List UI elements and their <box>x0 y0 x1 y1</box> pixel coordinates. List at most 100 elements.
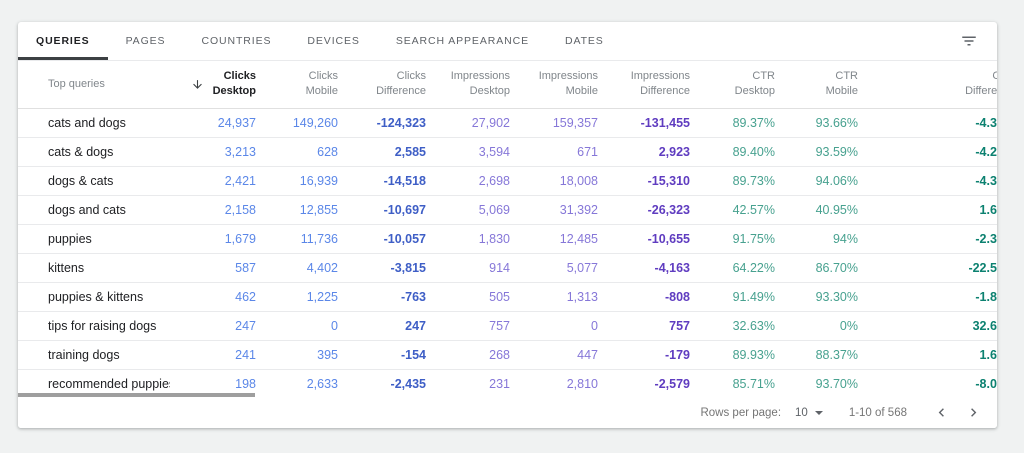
cell-ctr-desktop: 64.22% <box>690 253 775 283</box>
cell-clicks-mobile: 1,225 <box>256 282 338 312</box>
cell-ctr-desktop: 89.37% <box>690 108 775 138</box>
column-header-ctr-diff[interactable]: CTRDifference <box>858 61 997 109</box>
cell-impressions-mobile: 0 <box>510 311 598 341</box>
table-row[interactable]: tips for raising dogs 247 0 247 757 0 757 32.63… <box>18 311 997 341</box>
chevron-right-icon <box>965 404 982 421</box>
table-row[interactable]: puppies & kittens 462 1,225 -763 505 1,313 -80… <box>18 282 997 312</box>
cell-impressions-diff: -10,655 <box>598 224 690 254</box>
filter-list-icon <box>960 32 978 50</box>
cell-clicks-diff: -2,435 <box>338 369 426 397</box>
cell-impressions-diff: 2,923 <box>598 137 690 167</box>
tab-label: COUNTRIES <box>201 35 272 47</box>
cell-impressions-diff: -26,323 <box>598 195 690 225</box>
table-row[interactable]: cats and dogs 24,937 149,260 -124,323 27,902… <box>18 108 997 138</box>
table-row[interactable]: cats & dogs 3,213 628 2,585 3,594 671 2,923 89.… <box>18 137 997 167</box>
cell-ctr-diff: 1.60% <box>858 340 997 370</box>
cell-clicks-diff: -763 <box>338 282 426 312</box>
cell-clicks-mobile: 0 <box>256 311 338 341</box>
tab-label: DATES <box>564 35 604 47</box>
arrow-downward-icon <box>191 78 204 91</box>
tab-label: PAGES <box>125 35 166 47</box>
next-page-button[interactable] <box>961 401 985 425</box>
tab-pages[interactable]: PAGES <box>108 22 184 60</box>
cell-query: kittens <box>18 253 170 283</box>
cell-ctr-desktop: 89.93% <box>690 340 775 370</box>
cell-clicks-desktop: 241 <box>170 340 256 370</box>
column-header-query[interactable]: Top queries <box>18 61 170 109</box>
cell-ctr-mobile: 93.30% <box>775 282 858 312</box>
cell-impressions-diff: -4,163 <box>598 253 690 283</box>
column-header-label: CTRDifference <box>965 70 997 98</box>
column-header-label: Impressions Difference <box>630 70 690 98</box>
cell-impressions-desktop: 3,594 <box>426 137 510 167</box>
cell-ctr-mobile: 93.66% <box>775 108 858 138</box>
cell-impressions-diff: 757 <box>598 311 690 341</box>
cell-impressions-desktop: 27,902 <box>426 108 510 138</box>
cell-clicks-diff: -14,518 <box>338 166 426 196</box>
tab-dates[interactable]: DATES <box>547 22 622 60</box>
column-header-clicks-diff[interactable]: Clicks Difference <box>338 61 426 109</box>
cell-impressions-diff: -131,455 <box>598 108 690 138</box>
cell-impressions-desktop: 268 <box>426 340 510 370</box>
cell-impressions-mobile: 12,485 <box>510 224 598 254</box>
cell-clicks-desktop: 24,937 <box>170 108 256 138</box>
tab-search-appearance[interactable]: SEARCH APPEARANCE <box>378 22 547 60</box>
cell-impressions-diff: -15,310 <box>598 166 690 196</box>
cell-ctr-diff: -22.53% <box>858 253 997 283</box>
cell-ctr-mobile: 86.70% <box>775 253 858 283</box>
queries-comparison-table: Top queries Clicks Desktop Clicks Mobile Clic… <box>18 61 997 397</box>
cell-impressions-mobile: 5,077 <box>510 253 598 283</box>
column-header-impressions-desktop[interactable]: Impressions Desktop <box>426 61 510 109</box>
table-footer: Rows per page: 10 1-10 of 568 <box>18 397 997 428</box>
tab-queries[interactable]: QUERIES <box>18 22 108 60</box>
table-row[interactable]: dogs & cats 2,421 16,939 -14,518 2,698 18,008… <box>18 166 997 196</box>
cell-clicks-diff: 247 <box>338 311 426 341</box>
cell-clicks-mobile: 11,736 <box>256 224 338 254</box>
column-header-label: Clicks Mobile <box>305 70 338 98</box>
cell-impressions-desktop: 2,698 <box>426 166 510 196</box>
cell-impressions-desktop: 757 <box>426 311 510 341</box>
column-header-clicks-mobile[interactable]: Clicks Mobile <box>256 61 338 109</box>
cell-query: dogs and cats <box>18 195 170 225</box>
cell-clicks-diff: -10,697 <box>338 195 426 225</box>
tab-countries[interactable]: COUNTRIES <box>183 22 289 60</box>
cell-ctr-mobile: 94.06% <box>775 166 858 196</box>
cell-impressions-mobile: 31,392 <box>510 195 598 225</box>
column-header-clicks-desktop[interactable]: Clicks Desktop <box>170 61 256 109</box>
cell-impressions-desktop: 5,069 <box>426 195 510 225</box>
cell-impressions-diff: -2,579 <box>598 369 690 397</box>
rows-per-page-select[interactable]: 10 <box>795 407 823 419</box>
table-row[interactable]: dogs and cats 2,158 12,855 -10,697 5,069 31,3… <box>18 195 997 225</box>
cell-clicks-desktop: 1,679 <box>170 224 256 254</box>
table-row[interactable]: training dogs 241 395 -154 268 447 -179 89.93% 8… <box>18 340 997 370</box>
column-header-label: CTR Mobile <box>825 70 858 98</box>
cell-clicks-diff: -124,323 <box>338 108 426 138</box>
table-row[interactable]: kittens 587 4,402 -3,815 914 5,077 -4,163 64.22… <box>18 253 997 283</box>
column-header-impressions-mobile[interactable]: Impressions Mobile <box>510 61 598 109</box>
column-header-label: Impressions Mobile <box>538 70 598 98</box>
filter-button[interactable] <box>957 29 981 53</box>
column-header-ctr-desktop[interactable]: CTR Desktop <box>690 61 775 109</box>
column-header-label: Impressions Desktop <box>450 70 510 98</box>
cell-clicks-mobile: 16,939 <box>256 166 338 196</box>
cell-ctr-desktop: 91.75% <box>690 224 775 254</box>
cell-clicks-diff: -3,815 <box>338 253 426 283</box>
cell-clicks-desktop: 3,213 <box>170 137 256 167</box>
previous-page-button[interactable] <box>929 401 953 425</box>
table-header-row: Top queries Clicks Desktop Clicks Mobile Clic… <box>18 61 997 109</box>
cell-ctr-desktop: 32.63% <box>690 311 775 341</box>
dropdown-caret-icon <box>814 410 823 415</box>
cell-impressions-desktop: 231 <box>426 369 510 397</box>
cell-query: tips for raising dogs <box>18 311 170 341</box>
cell-impressions-mobile: 671 <box>510 137 598 167</box>
cell-impressions-desktop: 505 <box>426 282 510 312</box>
table-row[interactable]: puppies 1,679 11,736 -10,057 1,830 12,485 -10,… <box>18 224 997 254</box>
tab-devices[interactable]: DEVICES <box>289 22 377 60</box>
column-header-impressions-diff[interactable]: Impressions Difference <box>598 61 690 109</box>
column-header-ctr-mobile[interactable]: CTR Mobile <box>775 61 858 109</box>
cell-clicks-desktop: 462 <box>170 282 256 312</box>
rows-per-page-value: 10 <box>795 406 808 419</box>
cell-clicks-mobile: 4,402 <box>256 253 338 283</box>
horizontal-scrollbar-thumb[interactable] <box>18 393 255 397</box>
cell-ctr-desktop: 85.71% <box>690 369 775 397</box>
